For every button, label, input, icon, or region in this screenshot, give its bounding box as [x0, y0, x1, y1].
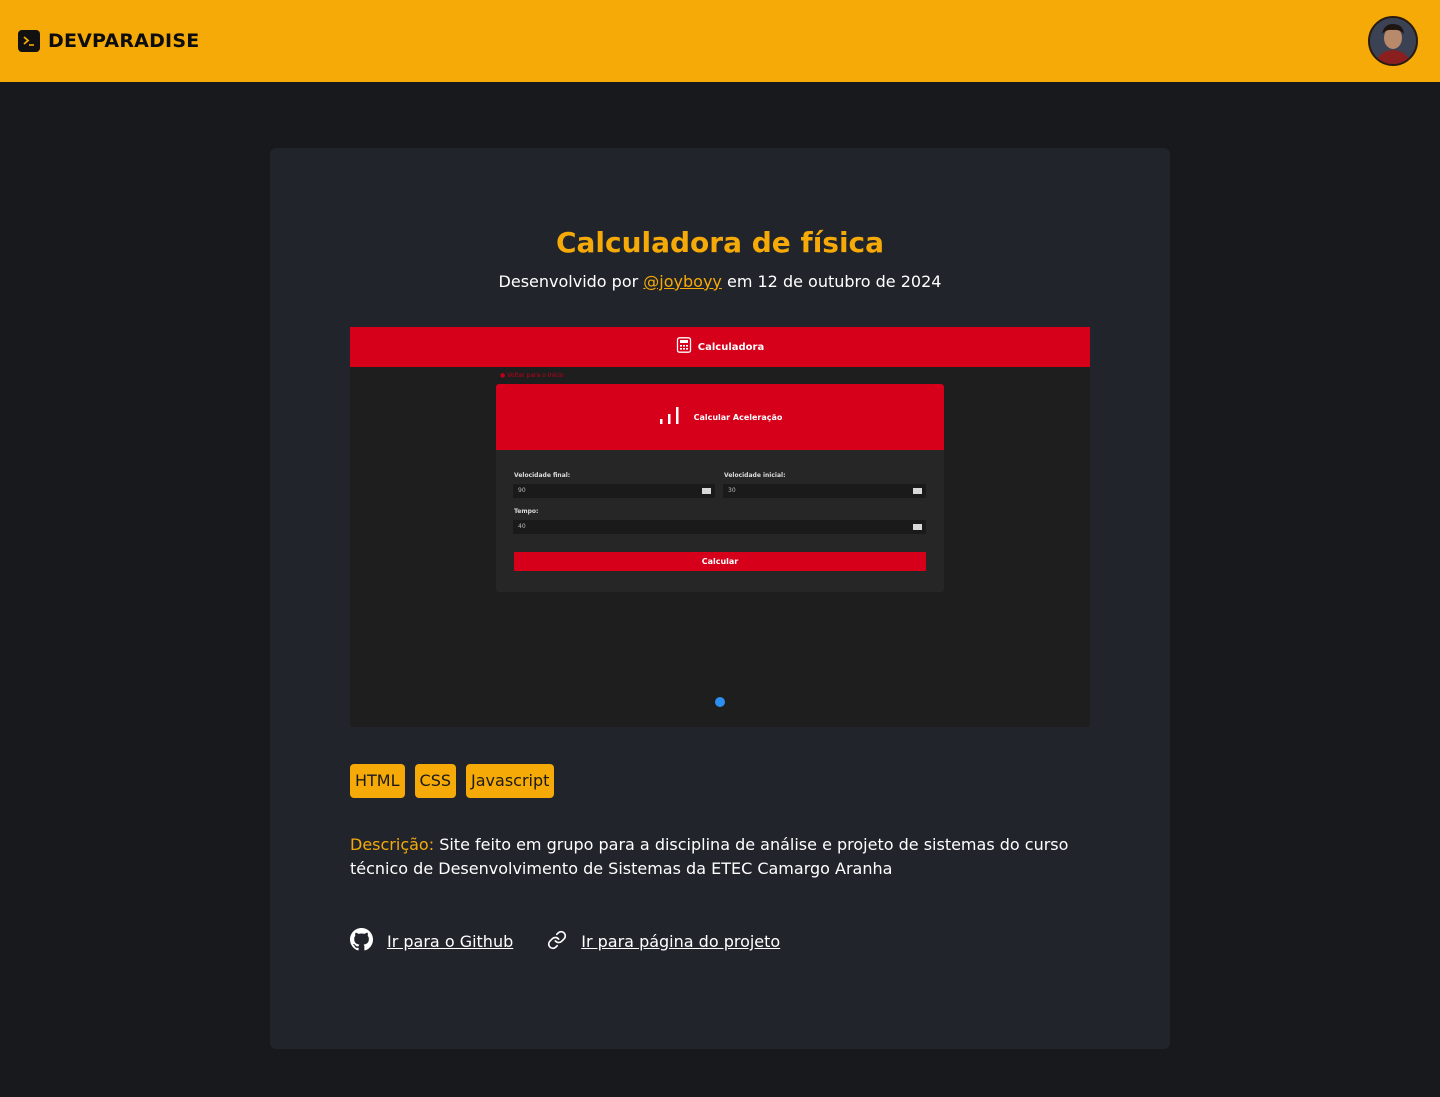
- project-card: Calculadora de física Desenvolvido por @…: [270, 148, 1170, 1049]
- calculator-icon: [676, 337, 692, 357]
- tag-javascript: Javascript: [466, 764, 555, 798]
- github-link-text: Ir para o Github: [387, 932, 514, 951]
- project-page-link-text: Ir para página do projeto: [581, 932, 781, 951]
- preview-back-link: ● Voltar para o início: [500, 372, 564, 379]
- top-navbar: DEVPARADISE: [0, 0, 1440, 82]
- preview-label-final: Velocidade final:: [514, 472, 571, 479]
- brand-name: DEVPARADISE: [48, 30, 200, 52]
- preview-panel-title: Calcular Aceleração: [693, 412, 783, 422]
- preview-input-final: 90: [513, 484, 715, 498]
- description-text: Site feito em grupo para a disciplina de…: [350, 835, 1069, 878]
- project-screenshot-carousel[interactable]: Calculadora ● Voltar para o início Calcu…: [350, 327, 1090, 727]
- link-icon: [547, 930, 567, 954]
- tag-css: CSS: [414, 764, 457, 798]
- carousel-dot[interactable]: [715, 697, 725, 707]
- preview-label-time: Tempo:: [514, 508, 539, 515]
- author-link[interactable]: @joyboyy: [643, 272, 722, 291]
- tag-html: HTML: [350, 764, 405, 798]
- preview-calculate-button: Calcular: [514, 552, 926, 571]
- project-title: Calculadora de física: [555, 226, 885, 259]
- terminal-icon: [18, 30, 40, 52]
- project-links: Ir para o Github Ir para página do proje…: [350, 928, 780, 955]
- description-label: Descrição:: [350, 835, 435, 854]
- preview-app-title: Calculadora: [697, 341, 765, 353]
- user-avatar[interactable]: [1368, 16, 1418, 66]
- project-description: Descrição: Site feito em grupo para a di…: [350, 833, 1090, 881]
- github-icon: [350, 928, 373, 955]
- github-link[interactable]: Ir para o Github: [350, 928, 513, 955]
- byline-date: em 12 de outubro de 2024: [726, 272, 942, 291]
- bar-chart-icon: [658, 405, 682, 429]
- project-page-link[interactable]: Ir para página do projeto: [547, 930, 780, 954]
- tech-tags: HTML CSS Javascript: [350, 764, 555, 798]
- preview-panel-header: Calcular Aceleração: [496, 384, 944, 450]
- preview-app-header: Calculadora: [350, 327, 1090, 367]
- preview-input-initial: 30: [723, 484, 926, 498]
- preview-input-time: 40: [513, 520, 926, 534]
- preview-label-initial: Velocidade inicial:: [724, 472, 786, 479]
- preview-panel: Calcular Aceleração Velocidade final: 90…: [496, 384, 944, 592]
- project-byline: Desenvolvido por @joyboyy em 12 de outub…: [270, 272, 1170, 291]
- brand-logo[interactable]: DEVPARADISE: [18, 30, 199, 52]
- byline-prefix: Desenvolvido por: [498, 272, 639, 291]
